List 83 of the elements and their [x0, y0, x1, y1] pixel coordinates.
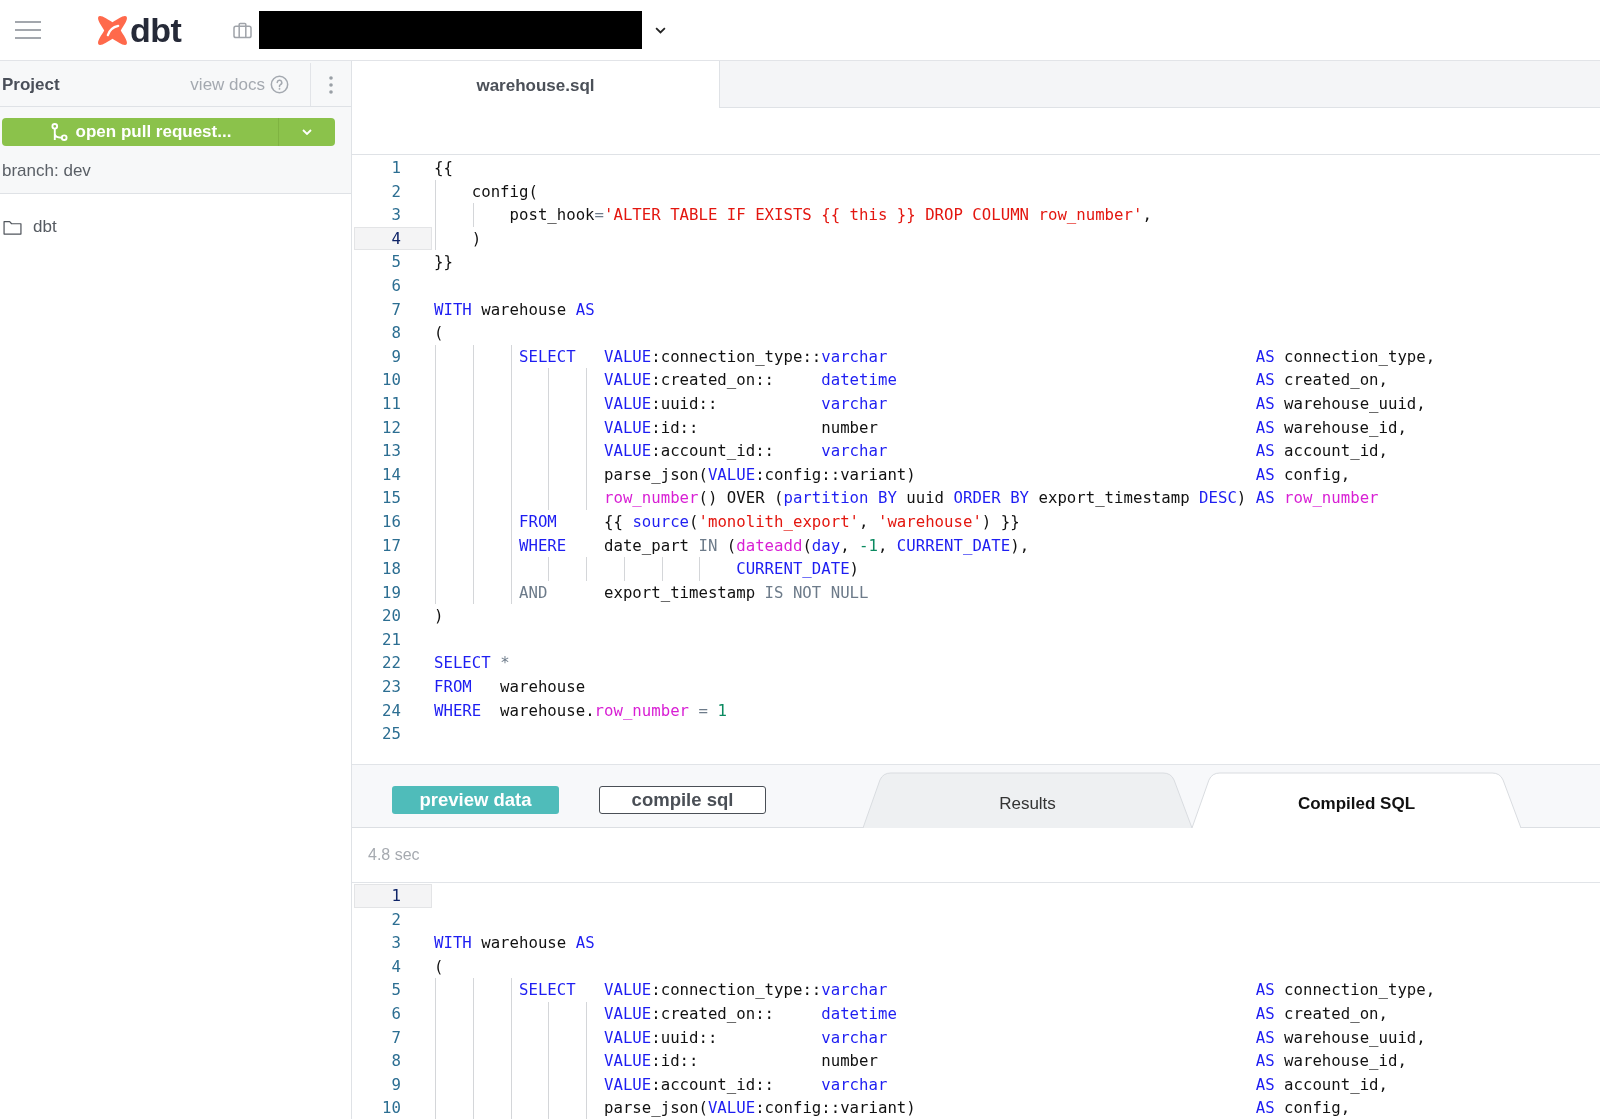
line-number: 17 [382, 535, 401, 555]
line-number: 21 [382, 629, 401, 649]
line-number: 19 [382, 582, 401, 602]
code-line: }} [434, 251, 453, 274]
line-number: 1 [391, 886, 401, 905]
line-number: 4 [391, 228, 401, 248]
code-line: WHERE warehouse.row_number = 1 [434, 699, 727, 722]
code-line: FROM {{ source('monolith_export', 'warehouse') }} [519, 510, 1020, 533]
line-number: 6 [391, 275, 401, 295]
code-line: row_number() OVER (partition BY uuid ORDER BY export_timestamp DESC) AS row_number [604, 487, 1379, 510]
panel-tab[interactable]: Compiled SQL [1192, 772, 1521, 828]
code-line: WITH warehouse AS [434, 298, 595, 321]
code-line: VALUE:account_id:: varchar AS account_id, [604, 440, 1388, 463]
line-number: 3 [391, 933, 401, 953]
line-number: 10 [382, 1098, 401, 1118]
branch-label: branch: dev [2, 161, 92, 181]
line-number: 20 [382, 606, 401, 626]
code-line: post_hook='ALTER TABLE IF EXISTS {{ this }} DROP COLUMN row_number', [509, 204, 1152, 227]
code-line: VALUE:uuid:: varchar AS warehouse_uuid, [604, 392, 1426, 415]
code-line: ) [434, 605, 444, 628]
line-number: 2 [391, 181, 401, 201]
code-line: ( [434, 955, 444, 978]
sidebar-title: Project [1, 74, 61, 95]
line-number: 25 [382, 724, 401, 744]
menu-icon[interactable] [15, 20, 41, 40]
line-number: 22 [382, 653, 401, 673]
line-number: 4 [391, 956, 401, 976]
help-icon[interactable] [270, 75, 289, 94]
line-number: 18 [382, 559, 401, 579]
folder-icon [3, 219, 22, 235]
line-number: 23 [382, 677, 401, 697]
code-line: ( [434, 322, 444, 345]
code-line: parse_json(VALUE:config::variant) AS config, [604, 1097, 1351, 1119]
code-line: VALUE:created_on:: datetime AS created_on, [604, 369, 1388, 392]
line-number: 24 [382, 700, 401, 720]
line-number: 8 [391, 1051, 401, 1071]
line-number: 1 [391, 158, 401, 177]
line-number: 5 [391, 252, 401, 272]
outline-button[interactable]: compile sql [599, 786, 766, 814]
code-line: VALUE:created_on:: datetime AS created_on, [604, 1002, 1388, 1025]
code-line: SELECT VALUE:connection_type::varchar AS connection_type, [519, 979, 1436, 1002]
code-line: WHERE date_part IN (dateadd(day, -1, CURRENT_DATE), [519, 534, 1030, 557]
chevron-down-icon[interactable] [655, 26, 667, 34]
line-number: 7 [391, 1027, 401, 1047]
code-line: VALUE:id:: number AS warehouse_id, [604, 1050, 1407, 1073]
run-time: 4.8 sec [368, 846, 420, 864]
more-icon[interactable] [329, 75, 333, 94]
code-line: parse_json(VALUE:config::variant) AS config, [604, 463, 1351, 486]
line-number: 6 [391, 1003, 401, 1023]
logo-icon [97, 14, 128, 46]
code-line: {{ [434, 157, 453, 179]
line-number: 15 [382, 488, 401, 508]
code-line: WITH warehouse AS [434, 932, 595, 955]
caret-icon [302, 129, 312, 135]
line-number: 9 [391, 346, 401, 366]
briefcase-icon[interactable] [233, 21, 253, 39]
line-number: 2 [391, 909, 401, 929]
code-line: AND export_timestamp IS NOT NULL [519, 581, 869, 604]
line-number: 5 [391, 980, 401, 1000]
tree-item[interactable]: dbt [0, 215, 57, 239]
code-line: config( [471, 180, 538, 203]
code-line: FROM warehouse [434, 676, 586, 699]
line-number: 12 [382, 417, 401, 437]
line-number: 14 [382, 464, 401, 484]
line-number: 13 [382, 441, 401, 461]
code-line: VALUE:account_id:: varchar AS account_id, [604, 1073, 1388, 1096]
code-line: SELECT VALUE:connection_type::varchar AS connection_type, [519, 345, 1436, 368]
branch-icon [50, 122, 68, 142]
line-number: 8 [391, 323, 401, 343]
code-line: CURRENT_DATE) [736, 558, 860, 581]
line-number: 16 [382, 511, 401, 531]
line-number: 7 [391, 299, 401, 319]
line-number: 3 [391, 205, 401, 225]
line-number: 10 [382, 370, 401, 390]
line-number: 9 [391, 1074, 401, 1094]
logo-text: dbt [130, 13, 182, 47]
file-tab[interactable]: warehouse.sql [352, 61, 720, 108]
code-line: VALUE:uuid:: varchar AS warehouse_uuid, [604, 1026, 1426, 1049]
panel-tab[interactable]: Results [863, 772, 1192, 828]
code-line: ) [471, 227, 482, 250]
line-number: 11 [382, 393, 401, 413]
code-line: VALUE:id:: number AS warehouse_id, [604, 416, 1407, 439]
code-line: SELECT * [434, 652, 510, 675]
